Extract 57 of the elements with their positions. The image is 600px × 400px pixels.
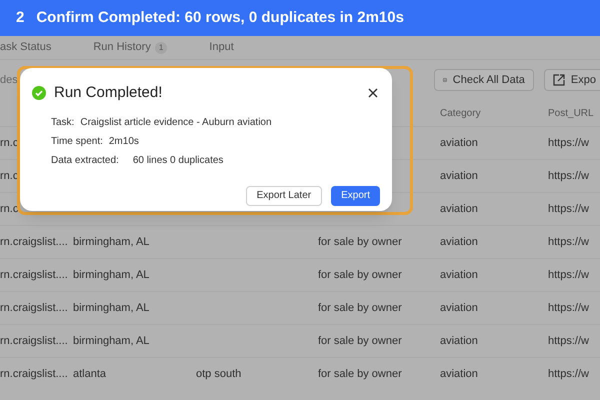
table-cell: birmingham, AL bbox=[73, 334, 150, 347]
table-cell: otp south bbox=[196, 368, 242, 380]
table-cell: birmingham, AL bbox=[73, 302, 150, 314]
table-cell: aviation bbox=[440, 170, 478, 182]
toolbar-button[interactable]: Check All Data bbox=[434, 69, 534, 91]
success-icon bbox=[32, 86, 46, 100]
detail-label: Data extracted: bbox=[51, 154, 119, 168]
step-number: 2 bbox=[16, 8, 24, 28]
table-cell: https://w bbox=[548, 202, 589, 215]
close-button[interactable] bbox=[368, 88, 378, 98]
table-cell: aviation bbox=[440, 268, 478, 281]
banner-title: Confirm Completed: 60 rows, 0 duplicates in 2m10s bbox=[36, 8, 404, 28]
table-cell: https://w bbox=[548, 136, 589, 149]
table-cell: for sale by owner bbox=[318, 334, 402, 347]
toolbar-button[interactable]: Expo bbox=[544, 69, 600, 91]
tab[interactable]: Input bbox=[209, 39, 234, 56]
table-cell: aviation bbox=[440, 334, 478, 347]
toolbar-label: des bbox=[0, 72, 18, 88]
detail-value: 2m10s bbox=[108, 134, 139, 148]
detail-label: Time spent: bbox=[51, 134, 103, 148]
export-button[interactable]: Export bbox=[331, 186, 380, 206]
table-cell: for sale by owner bbox=[318, 268, 402, 281]
table-cell: for sale by owner bbox=[318, 368, 402, 380]
table-cell: https://w bbox=[548, 334, 589, 347]
detail-label: Task: bbox=[51, 116, 74, 130]
table-cell: rn.craigslist.... bbox=[0, 302, 68, 314]
close-icon bbox=[368, 88, 378, 98]
table-cell: rn.c bbox=[0, 202, 18, 215]
table-cell: rn.craigslist.... bbox=[0, 368, 68, 380]
export-icon bbox=[552, 74, 565, 86]
table-cell: https://w bbox=[548, 170, 589, 182]
table-cell: aviation bbox=[440, 202, 478, 215]
detail-value: Craigslist article evidence - Auburn aviation bbox=[80, 116, 272, 130]
tab[interactable]: Run History 1 bbox=[93, 39, 168, 56]
table-cell: rn.craigslist.... bbox=[0, 334, 68, 347]
table-cell: https://w bbox=[548, 236, 589, 248]
table-cell: atlanta bbox=[73, 368, 106, 380]
table-cell: aviation bbox=[440, 368, 478, 380]
export-later-button[interactable]: Export Later bbox=[246, 186, 322, 206]
table-cell: aviation bbox=[440, 302, 478, 314]
column-header: Post_URL bbox=[548, 108, 594, 118]
dialog-title: Run Completed! bbox=[54, 83, 162, 103]
count-badge: 1 bbox=[154, 42, 168, 54]
table-cell: aviation bbox=[440, 236, 478, 248]
table-cell: https://w bbox=[548, 268, 589, 281]
column-header: Category bbox=[440, 108, 481, 118]
table-cell: https://w bbox=[548, 302, 589, 314]
detail-value: 60 lines 0 duplicates bbox=[132, 154, 224, 168]
table-cell: birmingham, AL bbox=[73, 268, 150, 281]
tab[interactable]: ask Status bbox=[0, 39, 52, 56]
table-cell: https://w bbox=[548, 368, 589, 380]
table-cell: rn.craigslist.... bbox=[0, 236, 68, 248]
table-cell: birmingham, AL bbox=[73, 236, 150, 248]
table-cell: aviation bbox=[440, 136, 478, 149]
table-cell: for sale by owner bbox=[318, 236, 402, 248]
table-cell: for sale by owner bbox=[318, 302, 402, 314]
table-cell: rn.craigslist.... bbox=[0, 268, 68, 281]
